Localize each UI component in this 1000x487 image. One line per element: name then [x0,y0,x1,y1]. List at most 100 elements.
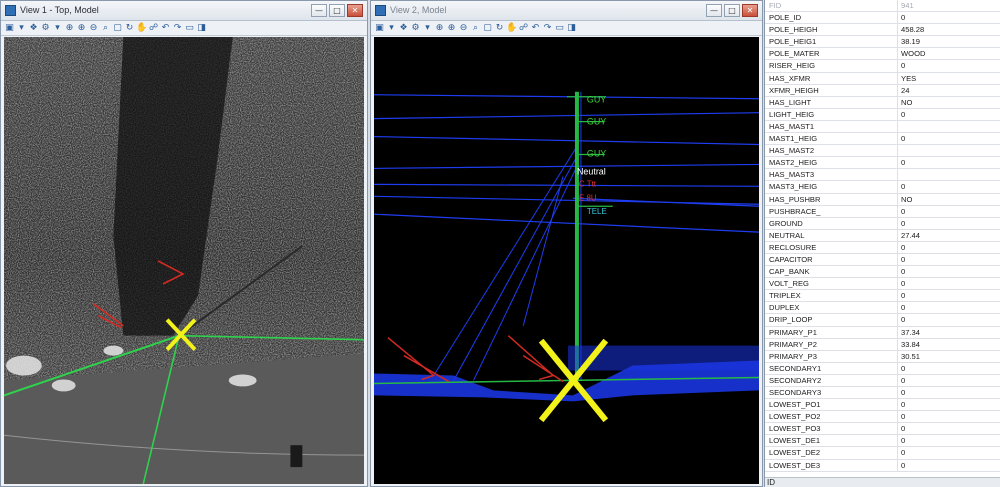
layers-icon[interactable]: ❖ [28,23,39,34]
attribute-row[interactable]: XFMR_HEIGH 24 [765,84,1000,97]
close-button[interactable]: ✕ [347,4,363,17]
attribute-value[interactable]: 0 [898,399,1000,410]
attribute-row[interactable]: CAPACITOR 0 [765,253,1000,267]
attribute-row[interactable]: HAS_LIGHT NO [765,96,1000,109]
settings-icon[interactable]: ⚙ [40,23,51,34]
fit-view-icon[interactable]: ▢ [112,23,123,34]
attribute-row[interactable]: POLE_MATER WOOD [765,48,1000,61]
zoom-window-icon[interactable]: ⌕ [100,23,111,34]
maximize-button[interactable]: □ [329,4,345,17]
attribute-value[interactable]: 0 [898,447,1000,458]
attribute-row[interactable]: LOWEST_PO1 0 [765,399,1000,412]
attribute-value[interactable]: 27.44 [898,230,1000,241]
maximize-button[interactable]: □ [724,4,740,17]
attribute-value[interactable]: WOOD [898,48,1000,59]
attribute-value[interactable]: 30.51 [898,351,1000,362]
attribute-value[interactable]: 458.28 [898,24,1000,35]
attribute-row[interactable]: DUPLEX 0 [765,302,1000,315]
view-icon[interactable]: ▣ [4,23,15,34]
attribute-row[interactable]: LOWEST_DE2 0 [765,447,1000,460]
close-button[interactable]: ✕ [742,4,758,17]
attribute-row[interactable]: GROUND 0 [765,217,1000,230]
attribute-row[interactable]: HAS_MAST3 [765,169,1000,182]
attribute-value[interactable]: 0 [898,387,1000,398]
attribute-value[interactable]: 37.34 [898,327,1000,338]
attribute-value[interactable]: 0 [898,242,1000,253]
attribute-value[interactable]: 0 [898,363,1000,374]
attribute-row[interactable]: POLE_ID 0 [765,12,1000,25]
view2-canvas[interactable]: GUY GUY GUY Neutral C Ttt E 8U TELE [374,37,759,484]
minimize-button[interactable]: — [311,4,327,17]
attribute-value[interactable]: 24 [898,85,1000,96]
walk-icon[interactable]: ☍ [518,23,529,34]
view1-canvas[interactable] [4,37,364,484]
minimize-button[interactable]: — [706,4,722,17]
attribute-row[interactable]: PRIMARY_P1 37.34 [765,326,1000,339]
dropdown-icon[interactable]: ▾ [422,23,433,34]
attribute-value[interactable]: 0 [898,133,1000,144]
zoom-window-icon[interactable]: ⌕ [470,23,481,34]
settings-icon[interactable]: ⚙ [410,23,421,34]
attribute-value[interactable]: 0 [898,423,1000,434]
attribute-row[interactable]: PRIMARY_P3 30.51 [765,350,1000,363]
attribute-value[interactable]: 0 [898,290,1000,301]
attribute-row[interactable]: PRIMARY_P2 33.84 [765,338,1000,351]
attribute-row[interactable]: NEUTRAL 27.44 [765,229,1000,242]
zoom-in-icon[interactable]: ⊕ [76,23,87,34]
next-view-icon[interactable]: ↷ [172,23,183,34]
layers-icon[interactable]: ❖ [398,23,409,34]
dropdown-icon[interactable]: ▾ [16,23,27,34]
display-style-icon[interactable]: ◨ [196,23,207,34]
attribute-row[interactable]: LIGHT_HEIG 0 [765,108,1000,121]
attribute-value[interactable] [898,121,1000,132]
attribute-row[interactable]: POLE_HEIG1 38.19 [765,36,1000,49]
zoom-out-icon[interactable]: ⊖ [88,23,99,34]
attribute-value[interactable]: YES [898,73,1000,84]
attribute-value[interactable]: NO [898,194,1000,205]
zoom-fit-icon[interactable]: ⊕ [434,23,445,34]
next-view-icon[interactable]: ↷ [542,23,553,34]
attribute-value[interactable]: 0 [898,109,1000,120]
attribute-row[interactable]: HAS_MAST1 [765,120,1000,134]
attribute-value[interactable]: 0 [898,314,1000,325]
attribute-row[interactable]: SECONDARY3 0 [765,387,1000,400]
dropdown-icon[interactable]: ▾ [52,23,63,34]
walk-icon[interactable]: ☍ [148,23,159,34]
previous-view-icon[interactable]: ↶ [530,23,541,34]
zoom-fit-icon[interactable]: ⊕ [64,23,75,34]
attribute-row[interactable]: MAST2_HEIG 0 [765,157,1000,170]
attribute-value[interactable]: 0 [898,411,1000,422]
attribute-value[interactable]: 0 [898,181,1000,192]
attribute-row[interactable]: LOWEST_DE1 0 [765,435,1000,448]
attribute-value[interactable]: NO [898,97,1000,108]
attribute-value[interactable] [898,169,1000,180]
attribute-row[interactable]: CAP_BANK 0 [765,266,1000,279]
attribute-row[interactable]: SECONDARY2 0 [765,374,1000,387]
attribute-row[interactable]: DRIP_LOOP 0 [765,314,1000,327]
attribute-value[interactable]: 0 [898,435,1000,446]
attribute-row[interactable]: FID 941 [765,0,1000,13]
attribute-row[interactable]: VOLT_REG 0 [765,278,1000,291]
pan-icon[interactable]: ✋ [506,23,517,34]
display-style-icon[interactable]: ◨ [566,23,577,34]
attribute-value[interactable]: 33.84 [898,339,1000,350]
view1-titlebar[interactable]: View 1 - Top, Model — □ ✕ [1,1,367,21]
attribute-value[interactable]: 0 [898,206,1000,217]
attribute-value[interactable]: 0 [898,460,1000,471]
attribute-row[interactable]: MAST3_HEIG 0 [765,181,1000,194]
view2-titlebar[interactable]: View 2, Model — □ ✕ [371,1,762,21]
attribute-row[interactable]: RISER_HEIG 0 [765,60,1000,73]
dropdown-icon[interactable]: ▾ [386,23,397,34]
view-icon[interactable]: ▣ [374,23,385,34]
zoom-out-icon[interactable]: ⊖ [458,23,469,34]
attribute-row[interactable]: PUSHBRACE_ 0 [765,205,1000,218]
rotate-icon[interactable]: ↻ [494,23,505,34]
attribute-row[interactable]: LOWEST_PO2 0 [765,411,1000,424]
attribute-value[interactable]: 0 [898,157,1000,168]
view1-window[interactable]: View 1 - Top, Model — □ ✕ ▣ ▾ ❖ ⚙ ▾ ⊕ ⊕ ⊖ ⌕ ▢ ↻ ✋ ☍ ↶… [0,0,368,487]
attribute-row[interactable]: MAST1_HEIG 0 [765,133,1000,146]
attribute-row[interactable]: TRIPLEX 0 [765,290,1000,303]
attribute-value[interactable]: 0 [898,254,1000,265]
attribute-row[interactable]: RECLOSURE 0 [765,241,1000,254]
camera-icon[interactable]: ▭ [554,23,565,34]
